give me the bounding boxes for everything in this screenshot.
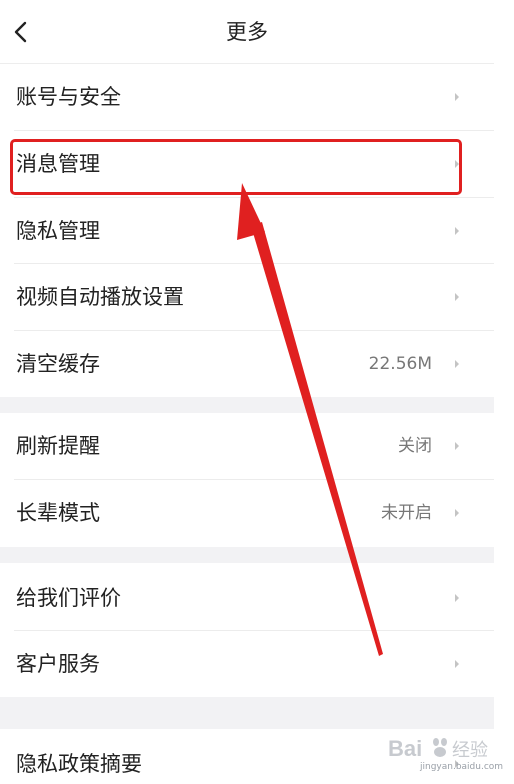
watermark-brand: Bai — [388, 736, 422, 761]
annotation-arrow — [237, 183, 383, 656]
watermark-url: jingyan.baidu.com — [420, 762, 504, 772]
paw-icon — [433, 738, 447, 757]
watermark-suffix: 经验 — [452, 740, 488, 761]
